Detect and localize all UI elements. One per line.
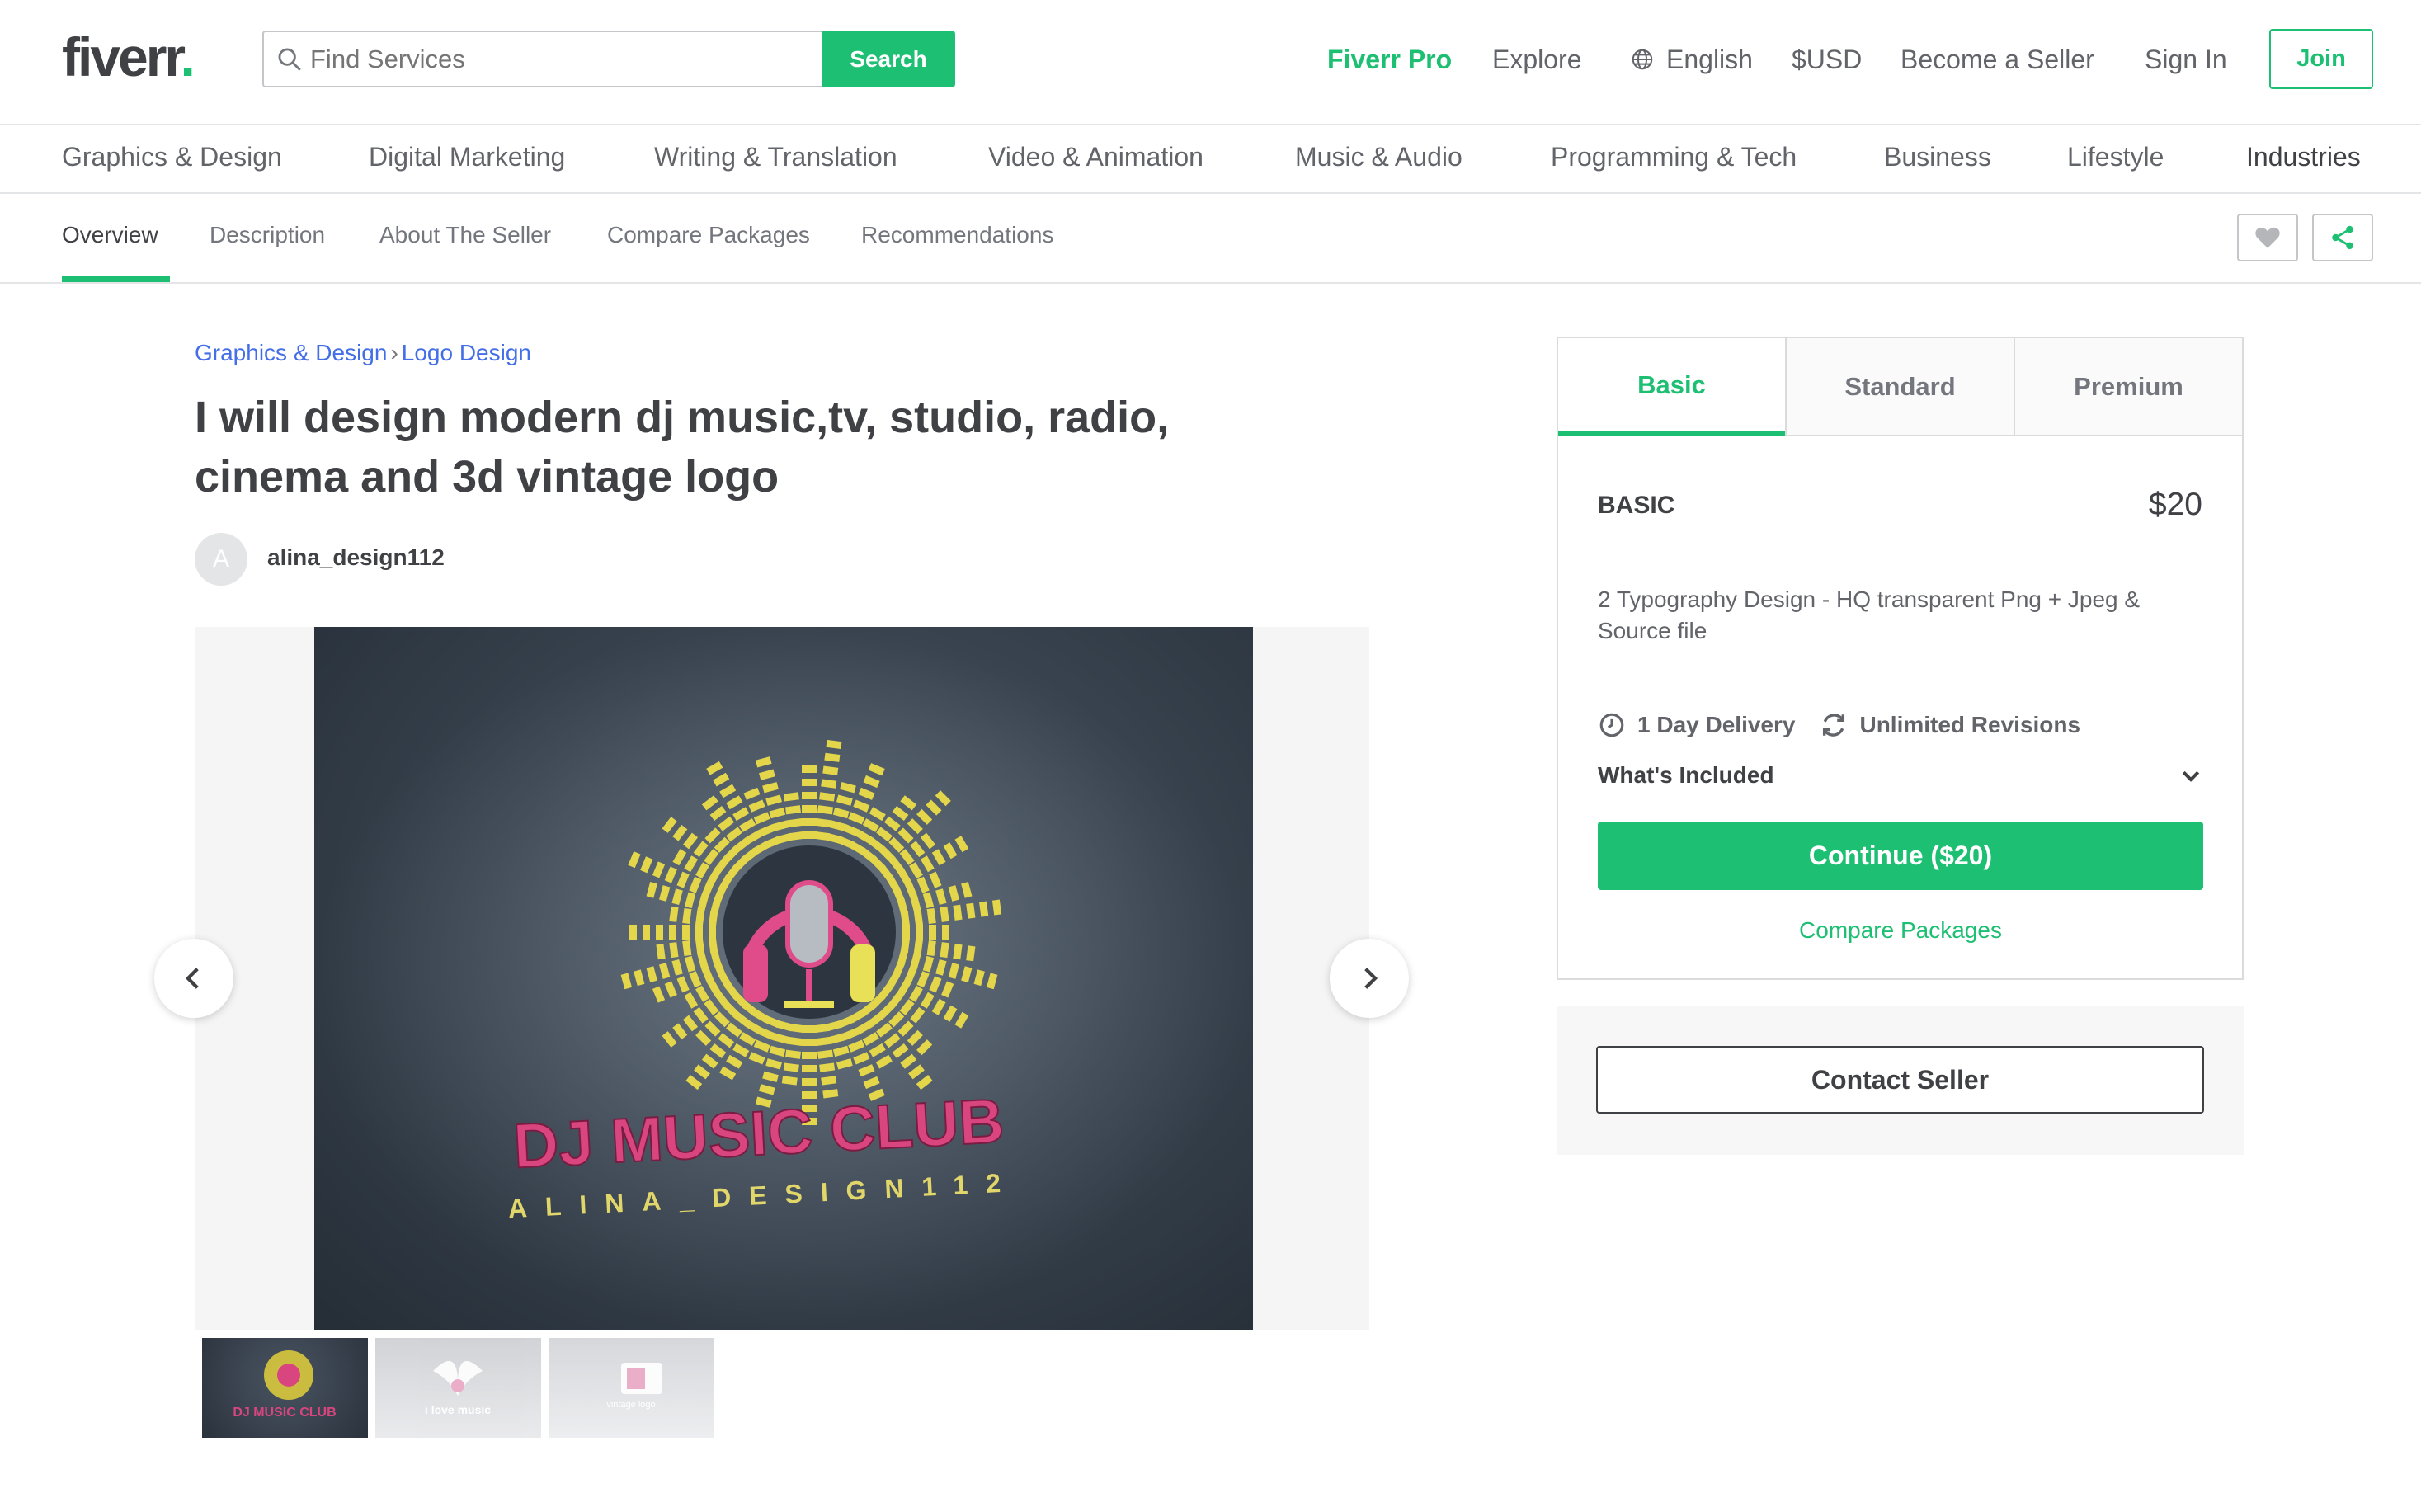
category-music-audio[interactable]: Music & Audio [1295,142,1462,172]
globe-icon [1632,49,1653,70]
equalizer-segment [629,925,637,940]
top-nav: Fiverr Pro Explore English $USD Become a… [0,35,2421,84]
breadcrumb-graphics-design[interactable]: Graphics & Design [195,340,387,365]
thumbnail-2-caption: i love music [425,1403,491,1416]
nav-explore[interactable]: Explore [1492,45,1582,75]
equalizer-segment [682,925,690,940]
gallery-thumbnail-2[interactable]: i love music [375,1338,541,1438]
category-video-animation[interactable]: Video & Animation [988,142,1203,172]
dj-music-club-logo: DJ MUSIC CLUB ALINA_DESIGN112 [314,627,1253,1330]
gallery-prev-button[interactable] [154,939,233,1018]
equalizer-segment [656,925,663,940]
thumbnail-3-image: vintage logo [606,1363,662,1410]
share-button[interactable] [2312,214,2373,261]
equalizer-segment [942,925,949,940]
equalizer-segment [802,1065,817,1072]
continue-button[interactable]: Continue ($20) [1598,822,2203,890]
share-icon [2332,225,2353,250]
contact-panel: Contact Seller [1557,1006,2244,1155]
equalizer-segment [802,1039,817,1046]
active-tab-indicator [62,276,170,282]
site-header: fiverr. Search Fiverr Pro Explore Englis… [0,0,2421,125]
thumbnail-2-image: i love music [425,1361,491,1416]
gallery-thumbnail-1[interactable]: DJ MUSIC CLUB [202,1338,368,1438]
favorite-button[interactable] [2237,214,2298,261]
compare-packages-link[interactable]: Compare Packages [1598,917,2203,944]
chevron-left-icon [185,968,199,989]
breadcrumb-logo-design[interactable]: Logo Design [402,340,531,365]
equalizer-segment [916,925,923,940]
seller-avatar[interactable]: A [195,533,247,586]
gallery-next-button[interactable] [1330,939,1409,1018]
package-description: 2 Typography Design - HQ transparent Png… [1598,586,2141,643]
package-name: BASIC [1598,492,1675,519]
heart-icon [2255,227,2280,248]
nav-become-seller[interactable]: Become a Seller [1901,45,2094,75]
equalizer-segment [669,925,676,940]
category-graphics-design[interactable]: Graphics & Design [62,142,282,172]
package-tabs: Basic Standard Premium [1558,338,2242,436]
thumbnail-1-caption: DJ MUSIC CLUB [233,1406,336,1420]
nav-language-label: English [1666,44,1753,74]
chevron-right-icon [1364,968,1378,989]
package-tab-standard[interactable]: Standard [1785,338,2014,436]
package-panel: Basic Standard Premium BASIC $20 2 Typog… [1557,337,2244,980]
chevron-down-icon [2182,770,2200,782]
category-industries[interactable]: Industries [2246,142,2361,172]
equalizer-segment [802,1078,817,1086]
package-tab-premium[interactable]: Premium [2014,338,2242,436]
breadcrumb-separator: › [390,340,398,365]
tab-recommendations[interactable]: Recommendations [861,222,1053,248]
contact-seller-button[interactable]: Contact Seller [1596,1046,2204,1114]
gig-title: I will design modern dj music,tv, studio… [195,393,1170,502]
whats-included-toggle[interactable]: What's Included [1598,762,2203,789]
category-digital-marketing[interactable]: Digital Marketing [369,142,565,172]
package-tab-basic[interactable]: Basic [1558,338,1785,436]
equalizer-segment [802,805,817,813]
equalizer-segment [929,925,936,940]
category-writing-translation[interactable]: Writing & Translation [654,142,897,172]
tab-compare-packages[interactable]: Compare Packages [607,222,810,248]
equalizer-segment [802,818,817,826]
equalizer-segment [695,925,703,940]
gig-main-image[interactable]: DJ MUSIC CLUB ALINA_DESIGN112 [314,627,1253,1330]
gig-subnav: Overview Description About The Seller Co… [0,194,2421,284]
nav-currency[interactable]: $USD [1792,45,1862,75]
seller-name[interactable]: alina_design112 [267,544,445,571]
join-button[interactable]: Join [2269,29,2373,89]
equalizer-segment [802,1052,817,1059]
package-price: $20 [2148,487,2202,522]
equalizer-segment [802,779,817,786]
revisions-count: Unlimited Revisions [1859,712,2081,737]
thumbnail-3-caption: vintage logo [606,1400,655,1410]
category-business[interactable]: Business [1884,142,1991,172]
breadcrumb: Graphics & Design › Logo Design [195,340,531,366]
equalizer-segment [802,792,817,799]
category-menu: Graphics & Design Digital Marketing Writ… [0,125,2421,194]
tab-description[interactable]: Description [210,222,325,248]
whats-included-label: What's Included [1598,762,1774,788]
revisions-wrap: Unlimited Revisions [1820,711,2080,739]
nav-sign-in[interactable]: Sign In [2145,45,2227,75]
delivery-time: 1 Day Delivery [1637,712,1796,737]
category-programming-tech[interactable]: Programming & Tech [1551,142,1797,172]
package-meta: 1 Day Delivery Unlimited Revisions [1598,711,2080,739]
thumbnail-1-image: DJ MUSIC CLUB [233,1350,337,1420]
category-lifestyle[interactable]: Lifestyle [2067,142,2164,172]
equalizer-segment [643,925,650,940]
tab-overview[interactable]: Overview [62,222,158,248]
gallery-thumbnail-3[interactable]: vintage logo [549,1338,714,1438]
nav-language[interactable]: English [1630,45,1753,75]
equalizer-segment [802,765,817,773]
nav-fiverr-pro[interactable]: Fiverr Pro [1327,45,1452,75]
tab-about-seller[interactable]: About The Seller [379,222,551,248]
clock-icon [1599,713,1624,737]
refresh-icon [1823,714,1845,737]
